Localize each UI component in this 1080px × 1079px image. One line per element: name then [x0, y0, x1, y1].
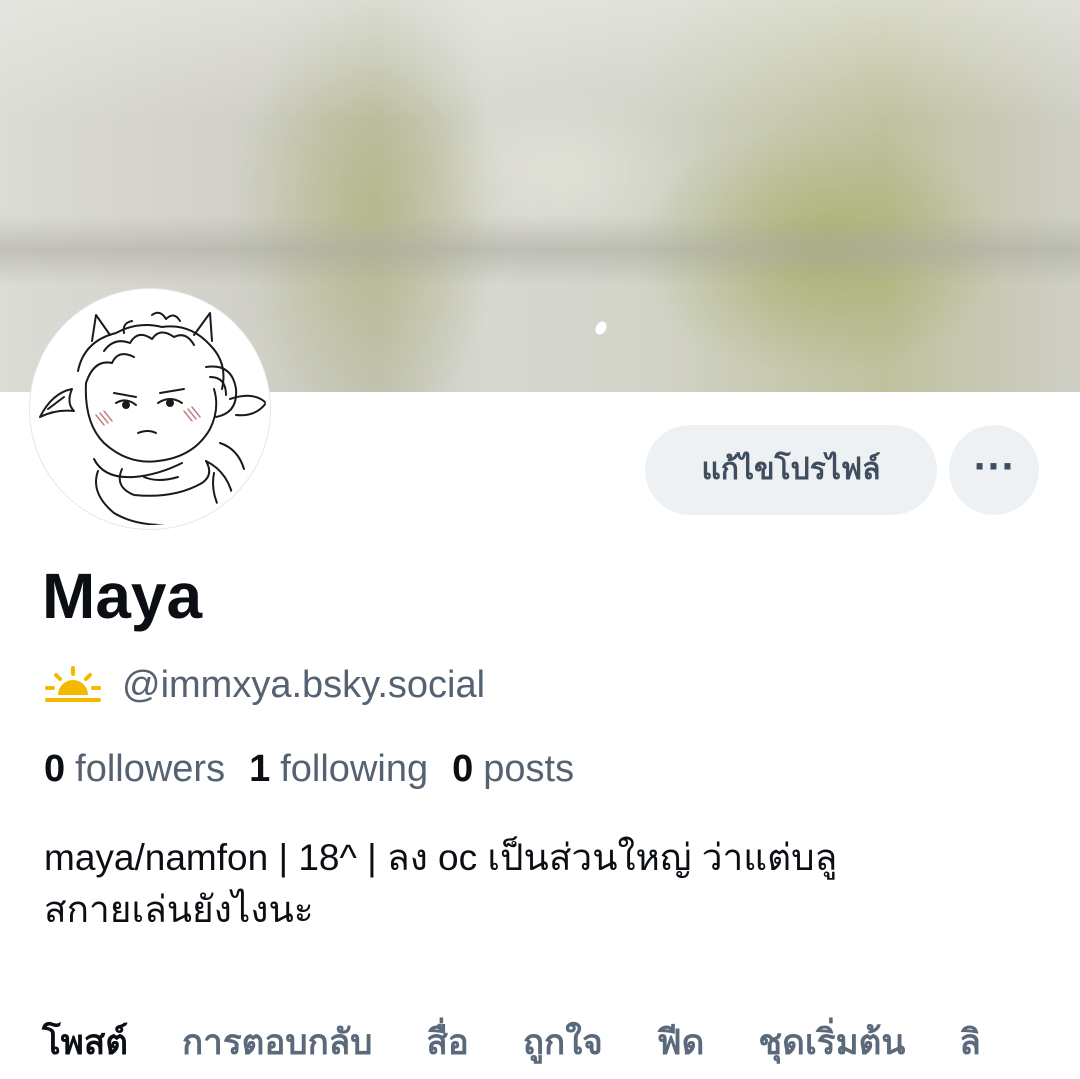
profile-page: แก้ไขโปรไฟล์ ··· Maya @immxya.bsky.socia…	[0, 0, 1080, 1079]
tab-posts[interactable]: โพสต์	[42, 1015, 128, 1070]
tab-likes[interactable]: ถูกใจ	[523, 1015, 603, 1070]
posts-label: posts	[483, 748, 575, 790]
posts-stat: 0 posts	[452, 744, 574, 794]
sunrise-icon	[45, 666, 101, 702]
followers-label: followers	[75, 748, 226, 790]
tab-replies[interactable]: การตอบกลับ	[182, 1015, 372, 1070]
edit-profile-button[interactable]: แก้ไขโปรไฟล์	[645, 425, 937, 515]
tab-starter-packs[interactable]: ชุดเริ่มต้น	[758, 1015, 905, 1070]
ellipsis-icon: ···	[973, 447, 1015, 487]
followers-stat[interactable]: 0 followers	[44, 744, 225, 794]
avatar[interactable]	[30, 289, 270, 529]
banner-highlight	[0, 0, 1080, 120]
following-label: following	[280, 748, 429, 790]
handle-row: @immxya.bsky.social	[44, 662, 485, 708]
profile-tabs: โพสต์ การตอบกลับ สื่อ ถูกใจ ฟีด ชุดเริ่ม…	[42, 1012, 1035, 1072]
tab-media[interactable]: สื่อ	[426, 1015, 468, 1070]
profile-handle[interactable]: @immxya.bsky.social	[122, 662, 485, 708]
followers-count: 0	[44, 748, 66, 790]
profile-bio: maya/namfon | 18^ | ลง oc เป็นส่วนใหญ่ ว…	[44, 832, 1054, 936]
tab-feeds[interactable]: ฟีด	[657, 1015, 705, 1070]
bio-line: สกายเล่นยังไงนะ	[44, 889, 314, 930]
banner-fleck	[593, 319, 609, 337]
profile-stats: 0 followers 1 following 0 posts	[44, 744, 598, 794]
posts-count: 0	[452, 748, 474, 790]
display-name: Maya	[42, 560, 203, 632]
more-options-button[interactable]: ···	[949, 425, 1039, 515]
following-stat[interactable]: 1 following	[249, 744, 428, 794]
following-count: 1	[249, 748, 271, 790]
tab-lists[interactable]: ลิ	[959, 1015, 980, 1070]
banner-shadow-band	[0, 215, 1080, 285]
bio-line: maya/namfon | 18^ | ลง oc เป็นส่วนใหญ่ ว…	[44, 837, 838, 878]
avatar-sketch-image	[34, 293, 266, 525]
